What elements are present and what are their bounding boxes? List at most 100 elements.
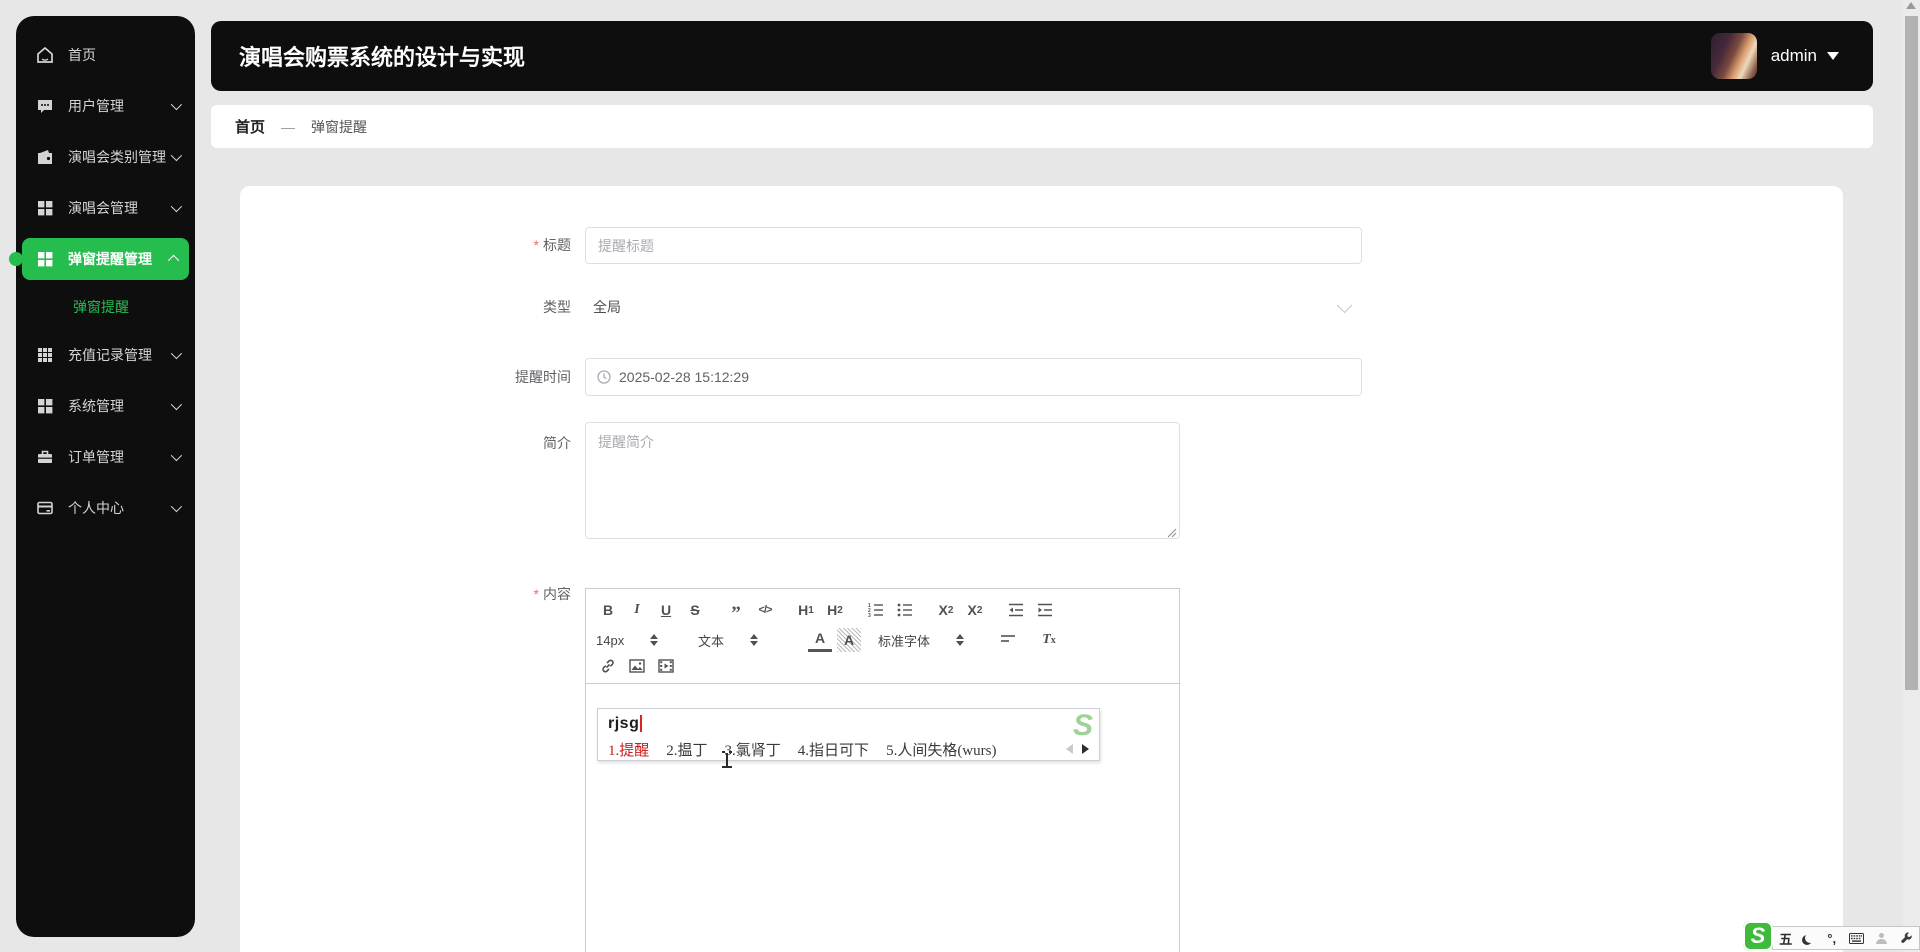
text-color-button[interactable]: A: [808, 628, 832, 652]
ordered-list-icon[interactable]: 123: [864, 598, 888, 622]
sidebar-item-concert-mgmt[interactable]: 演唱会管理: [22, 187, 189, 229]
sidebar-item-system-mgmt[interactable]: 系统管理: [22, 385, 189, 427]
chat-icon: [36, 97, 54, 115]
required-mark: *: [533, 237, 539, 253]
sidebar-item-concert-category[interactable]: 演唱会类别管理: [22, 136, 189, 178]
ime-candidates-row: 1.提醒 2.揾丁 3.氯肾丁 4.指日可下 5.人间失格(wurs): [598, 738, 1099, 760]
sidebar-item-order-mgmt[interactable]: 订单管理: [22, 436, 189, 478]
subscript-button[interactable]: X2: [934, 598, 958, 622]
ime-candidate[interactable]: 3.氯肾丁: [725, 739, 781, 760]
content-card: *标题 类型 全局 提醒时间 2025-02-28 15:12:29 简介 *内…: [240, 186, 1843, 952]
indent-icon[interactable]: [1033, 598, 1057, 622]
sidebar-item-popup-reminder-mgmt[interactable]: 弹窗提醒管理: [9, 238, 189, 280]
breadcrumb-separator: —: [281, 118, 296, 135]
ime-next-page-icon[interactable]: [1082, 744, 1089, 754]
strikethrough-button[interactable]: S: [683, 598, 707, 622]
sidebar-item-home[interactable]: 首页: [22, 34, 189, 76]
sogou-logo-icon[interactable]: S: [1743, 921, 1773, 951]
person-icon[interactable]: [1876, 927, 1888, 949]
grid9-icon: [36, 346, 54, 364]
italic-button[interactable]: I: [625, 598, 649, 622]
sidebar-item-label: 演唱会管理: [68, 200, 138, 216]
ime-composition-row: rjsg S: [598, 709, 1099, 742]
svg-text:3: 3: [868, 613, 871, 618]
ime-toolbar: 五 °,: [1772, 926, 1920, 950]
sidebar: 首页 用户管理 演唱会类别管理 演唱会管理 弹窗提醒管理 弹窗提醒 充值记录管理…: [9, 16, 195, 937]
image-icon[interactable]: [625, 654, 649, 678]
font-family-select[interactable]: 标准字体: [878, 631, 982, 650]
wrench-icon[interactable]: [1900, 927, 1913, 949]
sidebar-item-label: 用户管理: [68, 98, 124, 114]
field-label-title: * 标题: [533, 237, 571, 253]
sidebar-item-label: 订单管理: [68, 449, 124, 465]
ime-candidate[interactable]: 5.人间失格(wurs): [886, 739, 996, 760]
ime-candidate-window: rjsg S 1.提醒 2.揾丁 3.氯肾丁 4.指日可下 5.人间失格(wur…: [597, 708, 1100, 761]
field-label-type: 类型: [543, 299, 571, 315]
clock-icon: [597, 370, 611, 384]
chevron-down-icon: [170, 500, 183, 513]
ime-candidate[interactable]: 1.提醒: [608, 739, 649, 760]
ime-punctuation-mode[interactable]: °,: [1827, 927, 1836, 949]
bold-button[interactable]: B: [596, 598, 620, 622]
page-title: 演唱会购票系统的设计与实现: [239, 45, 526, 70]
scrollbar-thumb[interactable]: [1905, 16, 1918, 690]
outdent-icon[interactable]: [1004, 598, 1028, 622]
video-icon[interactable]: [654, 654, 678, 678]
sidebar-item-label: 首页: [68, 47, 96, 63]
avatar[interactable]: [1710, 33, 1757, 79]
superscript-button[interactable]: X2: [963, 598, 987, 622]
header2-button[interactable]: H2: [823, 598, 847, 622]
sidebar-item-users[interactable]: 用户管理: [22, 85, 189, 127]
card-icon: [36, 499, 54, 517]
scrollbar: [1903, 0, 1920, 952]
scrollbar-up-arrow[interactable]: [1906, 2, 1916, 9]
breadcrumb-home[interactable]: 首页: [235, 116, 265, 137]
font-size-select[interactable]: 14px: [596, 633, 684, 648]
ime-candidate[interactable]: 2.揾丁: [666, 739, 707, 760]
title-input[interactable]: [585, 227, 1362, 264]
ime-caret: [640, 715, 643, 732]
chevron-down-icon: [170, 398, 183, 411]
code-block-button[interactable]: </>: [753, 598, 777, 622]
breadcrumb: 首页 — 弹窗提醒: [211, 105, 1873, 148]
user-dropdown-icon[interactable]: [1827, 52, 1839, 60]
underline-button[interactable]: U: [654, 598, 678, 622]
spinner-arrows-icon: [750, 634, 759, 646]
sidebar-item-label: 系统管理: [68, 398, 124, 414]
link-icon[interactable]: [596, 654, 620, 678]
ime-candidate[interactable]: 4.指日可下: [798, 739, 869, 760]
sidebar-item-label: 个人中心: [68, 500, 124, 516]
chevron-down-icon: [170, 98, 183, 111]
blockquote-button[interactable]: ”: [724, 598, 748, 623]
keyboard-icon[interactable]: [1848, 927, 1864, 949]
field-label-time: 提醒时间: [515, 369, 571, 385]
background-color-button[interactable]: A: [837, 628, 861, 652]
ime-wubi-mode[interactable]: 五: [1779, 927, 1792, 949]
intro-textarea[interactable]: [585, 422, 1180, 539]
header-style-select[interactable]: 文本: [698, 631, 794, 650]
type-select-value: 全局: [593, 299, 621, 315]
sidebar-subitem-popup-reminder[interactable]: 弹窗提醒: [16, 289, 195, 325]
ime-prev-page-icon[interactable]: [1066, 744, 1073, 754]
spinner-arrows-icon: [650, 634, 659, 646]
header1-button[interactable]: H1: [794, 598, 818, 622]
chevron-down-icon: [170, 149, 183, 162]
type-select[interactable]: 全局: [585, 288, 1362, 326]
sidebar-item-label: 充值记录管理: [68, 347, 152, 363]
field-label-content: * 内容: [533, 586, 571, 602]
sidebar-item-label: 演唱会类别管理: [68, 149, 166, 165]
sidebar-item-recharge-records[interactable]: 充值记录管理: [22, 334, 189, 376]
chevron-down-icon: [170, 347, 183, 360]
user-name[interactable]: admin: [1771, 46, 1817, 66]
sidebar-item-personal-center[interactable]: 个人中心: [22, 487, 189, 529]
reminder-time-input[interactable]: 2025-02-28 15:12:29: [585, 358, 1362, 396]
bullet-list-icon[interactable]: [893, 598, 917, 622]
align-icon[interactable]: [996, 628, 1020, 652]
briefcase-icon: [36, 448, 54, 466]
editor-toolbar: B I U S ” </> H1 H2 123 X2 X2 14px 文本 A …: [586, 589, 1179, 684]
rich-text-editor: B I U S ” </> H1 H2 123 X2 X2 14px 文本 A …: [585, 588, 1180, 952]
clean-format-button[interactable]: Tx: [1037, 628, 1061, 652]
moon-icon[interactable]: [1805, 927, 1815, 949]
grid-icon: [36, 397, 54, 415]
sidebar-item-label: 弹窗提醒管理: [68, 251, 152, 267]
